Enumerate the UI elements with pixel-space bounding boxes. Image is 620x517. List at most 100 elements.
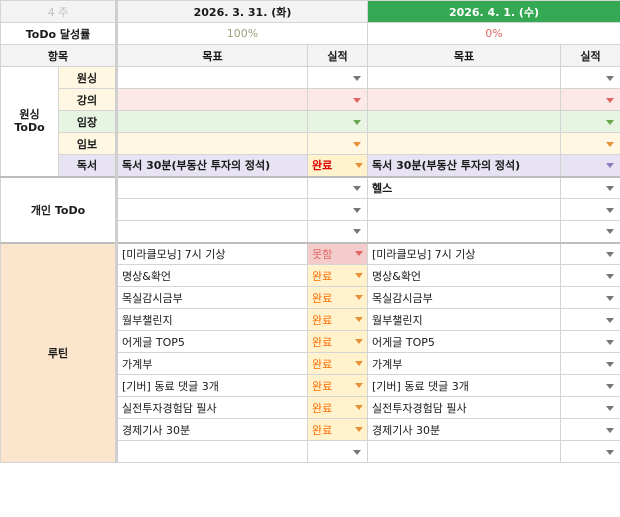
dropdown-arrow-icon[interactable] (353, 141, 361, 147)
goal-cell-day1[interactable]: 월부챌린지 (116, 308, 308, 331)
dropdown-arrow-icon[interactable] (606, 207, 614, 213)
dropdown-arrow-icon[interactable] (606, 295, 614, 301)
dropdown-arrow-icon[interactable] (606, 229, 614, 235)
goal-cell-day1[interactable]: 독서 30분(부동산 투자의 정석) (116, 154, 308, 177)
dropdown-arrow-icon[interactable] (606, 405, 614, 411)
goal-cell-day2[interactable]: [미라클모닝] 7시 기상 (367, 241, 561, 265)
dropdown-arrow-icon[interactable] (355, 383, 363, 388)
result-dropdown-day1[interactable]: 완료 (307, 154, 368, 177)
result-dropdown-day2[interactable] (560, 374, 620, 397)
result-dropdown-day1[interactable]: 못함 (307, 241, 368, 265)
dropdown-arrow-icon[interactable] (355, 162, 363, 168)
result-dropdown-day2[interactable] (560, 352, 620, 375)
dropdown-arrow-icon[interactable] (606, 75, 614, 81)
result-dropdown-day1[interactable] (307, 132, 368, 155)
dropdown-arrow-icon[interactable] (353, 97, 361, 103)
goal-cell-day2[interactable]: 월부챌린지 (367, 308, 561, 331)
goal-cell-day2[interactable]: 가계부 (367, 352, 561, 375)
dropdown-arrow-icon[interactable] (355, 405, 363, 410)
result-dropdown-day1[interactable] (307, 198, 368, 221)
dropdown-arrow-icon[interactable] (606, 163, 614, 169)
dropdown-arrow-icon[interactable] (606, 317, 614, 323)
goal-cell-day1[interactable] (116, 175, 308, 199)
dropdown-arrow-icon[interactable] (353, 207, 361, 213)
goal-cell-day1[interactable] (116, 220, 308, 243)
goal-cell-day1[interactable]: 목실감시금부 (116, 286, 308, 309)
result-dropdown-day1[interactable] (307, 220, 368, 243)
dropdown-arrow-icon[interactable] (353, 449, 361, 455)
result-dropdown-day1[interactable]: 완료 (307, 330, 368, 353)
goal-cell-day2[interactable]: [기버] 동료 댓글 3개 (367, 374, 561, 397)
goal-cell-day1[interactable]: [기버] 동료 댓글 3개 (116, 374, 308, 397)
result-dropdown-day2[interactable] (560, 110, 620, 133)
dropdown-arrow-icon[interactable] (355, 361, 363, 366)
goal-cell-day2[interactable]: 어게글 TOP5 (367, 330, 561, 353)
dropdown-arrow-icon[interactable] (355, 317, 363, 322)
dropdown-arrow-icon[interactable] (353, 185, 361, 191)
goal-cell-day1[interactable]: 경제기사 30분 (116, 418, 308, 441)
goal-cell-day2[interactable]: 헬스 (367, 175, 561, 199)
dropdown-arrow-icon[interactable] (353, 75, 361, 81)
result-dropdown-day2[interactable] (560, 198, 620, 221)
result-dropdown-day1[interactable]: 완료 (307, 352, 368, 375)
goal-cell-day1[interactable] (116, 110, 308, 133)
result-dropdown-day2[interactable] (560, 418, 620, 441)
result-dropdown-day2[interactable] (560, 440, 620, 463)
dropdown-arrow-icon[interactable] (355, 427, 363, 432)
date-header-day1[interactable]: 2026. 3. 31. (화) (116, 0, 368, 23)
dropdown-arrow-icon[interactable] (606, 251, 614, 257)
goal-cell-day2[interactable] (367, 88, 561, 111)
dropdown-arrow-icon[interactable] (355, 251, 363, 257)
goal-cell-day1[interactable] (116, 132, 308, 155)
result-dropdown-day1[interactable]: 완료 (307, 264, 368, 287)
result-dropdown-day2[interactable] (560, 88, 620, 111)
result-dropdown-day1[interactable] (307, 88, 368, 111)
goal-cell-day1[interactable]: 실전투자경험담 필사 (116, 396, 308, 419)
goal-cell-day1[interactable]: 명상&확언 (116, 264, 308, 287)
dropdown-arrow-icon[interactable] (353, 119, 361, 125)
dropdown-arrow-icon[interactable] (606, 427, 614, 433)
dropdown-arrow-icon[interactable] (606, 97, 614, 103)
result-dropdown-day1[interactable] (307, 440, 368, 463)
result-dropdown-day1[interactable]: 완료 (307, 286, 368, 309)
dropdown-arrow-icon[interactable] (606, 361, 614, 367)
result-dropdown-day1[interactable]: 완료 (307, 396, 368, 419)
goal-cell-day2[interactable]: 독서 30분(부동산 투자의 정석) (367, 154, 561, 177)
result-dropdown-day2[interactable] (560, 396, 620, 419)
result-dropdown-day1[interactable]: 완료 (307, 374, 368, 397)
result-dropdown-day2[interactable] (560, 241, 620, 265)
goal-cell-day1[interactable] (116, 88, 308, 111)
goal-cell-day1[interactable]: 어게글 TOP5 (116, 330, 308, 353)
result-dropdown-day2[interactable] (560, 175, 620, 199)
result-dropdown-day1[interactable] (307, 110, 368, 133)
goal-cell-day2[interactable] (367, 132, 561, 155)
result-dropdown-day1[interactable]: 완료 (307, 308, 368, 331)
goal-cell-day2[interactable] (367, 66, 561, 89)
goal-cell-day2[interactable] (367, 440, 561, 463)
dropdown-arrow-icon[interactable] (606, 185, 614, 191)
goal-cell-day2[interactable]: 경제기사 30분 (367, 418, 561, 441)
dropdown-arrow-icon[interactable] (355, 339, 363, 344)
result-dropdown-day1[interactable] (307, 66, 368, 89)
result-dropdown-day2[interactable] (560, 330, 620, 353)
goal-cell-day1[interactable]: 가계부 (116, 352, 308, 375)
dropdown-arrow-icon[interactable] (355, 273, 363, 278)
result-dropdown-day2[interactable] (560, 66, 620, 89)
goal-cell-day1[interactable] (116, 198, 308, 221)
goal-cell-day1[interactable] (116, 66, 308, 89)
goal-cell-day2[interactable] (367, 220, 561, 243)
result-dropdown-day2[interactable] (560, 308, 620, 331)
dropdown-arrow-icon[interactable] (606, 339, 614, 345)
dropdown-arrow-icon[interactable] (606, 449, 614, 455)
goal-cell-day2[interactable]: 명상&확언 (367, 264, 561, 287)
dropdown-arrow-icon[interactable] (606, 383, 614, 389)
result-dropdown-day2[interactable] (560, 286, 620, 309)
goal-cell-day2[interactable] (367, 110, 561, 133)
result-dropdown-day2[interactable] (560, 264, 620, 287)
dropdown-arrow-icon[interactable] (606, 119, 614, 125)
goal-cell-day2[interactable]: 목실감시금부 (367, 286, 561, 309)
goal-cell-day2[interactable]: 실전투자경험담 필사 (367, 396, 561, 419)
dropdown-arrow-icon[interactable] (606, 141, 614, 147)
goal-cell-day2[interactable] (367, 198, 561, 221)
goal-cell-day1[interactable] (116, 440, 308, 463)
